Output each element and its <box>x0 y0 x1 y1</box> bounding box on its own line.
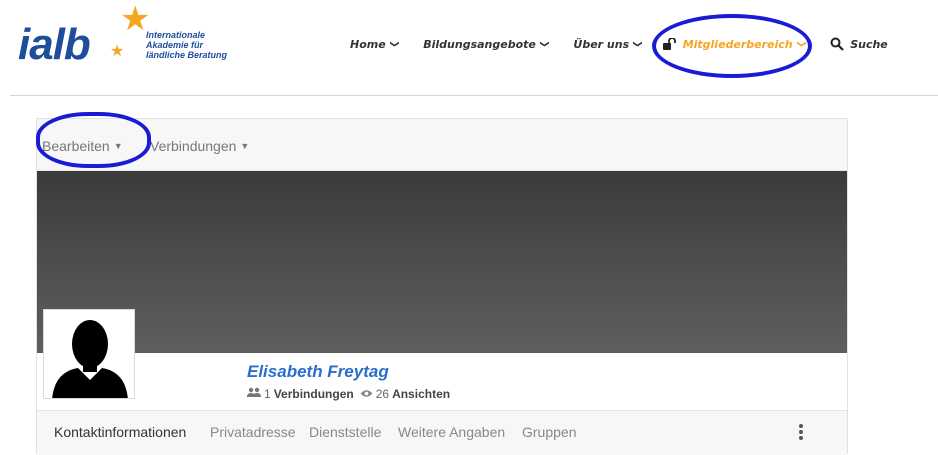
chevron-down-icon: ❯ <box>538 40 549 48</box>
ialb-logo[interactable]: ialb ★ ★ Internationale Akademie für län… <box>18 2 228 78</box>
header-divider <box>10 95 938 96</box>
nav-suche[interactable]: Suche <box>830 37 888 51</box>
logo-star-small-icon: ★ <box>110 43 125 60</box>
connections-label[interactable]: Verbindungen <box>274 387 354 401</box>
annotation-circle-mitgliederbereich <box>652 14 812 78</box>
profile-name[interactable]: Elisabeth Freytag <box>247 362 389 382</box>
profile-panel: Bearbeiten ▼ Verbindungen ▼ Elisabeth Fr… <box>36 118 848 455</box>
tab-weitere-angaben[interactable]: Weitere Angaben <box>398 424 505 440</box>
avatar[interactable] <box>43 309 135 399</box>
annotation-circle-bearbeiten <box>36 112 151 168</box>
profile-toolbar: Bearbeiten ▼ Verbindungen ▼ <box>37 119 847 171</box>
search-icon <box>830 37 844 51</box>
verbindungen-dropdown[interactable]: Verbindungen ▼ <box>150 138 249 154</box>
nav-home[interactable]: Home ❯ <box>350 38 399 51</box>
chevron-down-icon: ❯ <box>388 40 399 48</box>
nav-bildungsangebote[interactable]: Bildungsangebote ❯ <box>423 38 549 51</box>
chevron-down-icon: ❯ <box>631 40 642 48</box>
eye-icon <box>360 387 373 401</box>
cover-image <box>37 171 847 353</box>
views-count: 26 <box>375 387 390 401</box>
caret-down-icon: ▼ <box>240 141 250 151</box>
views-label: Ansichten <box>392 387 451 401</box>
tab-dienststelle[interactable]: Dienststelle <box>309 424 381 440</box>
nav-ueber-uns[interactable]: Über uns ❯ <box>573 38 642 51</box>
tab-privatadresse[interactable]: Privatadresse <box>210 424 296 440</box>
tab-kontaktinformationen[interactable]: Kontaktinformationen <box>54 424 186 440</box>
more-options-icon[interactable] <box>799 424 803 440</box>
users-icon <box>247 387 261 401</box>
default-avatar-silhouette-icon <box>52 320 128 398</box>
logo-wordmark: ialb <box>18 20 91 69</box>
logo-tagline: Internationale Akademie für ländliche Be… <box>146 30 228 60</box>
tab-gruppen[interactable]: Gruppen <box>522 424 576 440</box>
profile-stats: 1 Verbindungen 26 Ansichten <box>247 387 453 401</box>
connections-count: 1 <box>264 387 271 401</box>
profile-tabs: Kontaktinformationen Privatadresse Diens… <box>37 410 847 455</box>
